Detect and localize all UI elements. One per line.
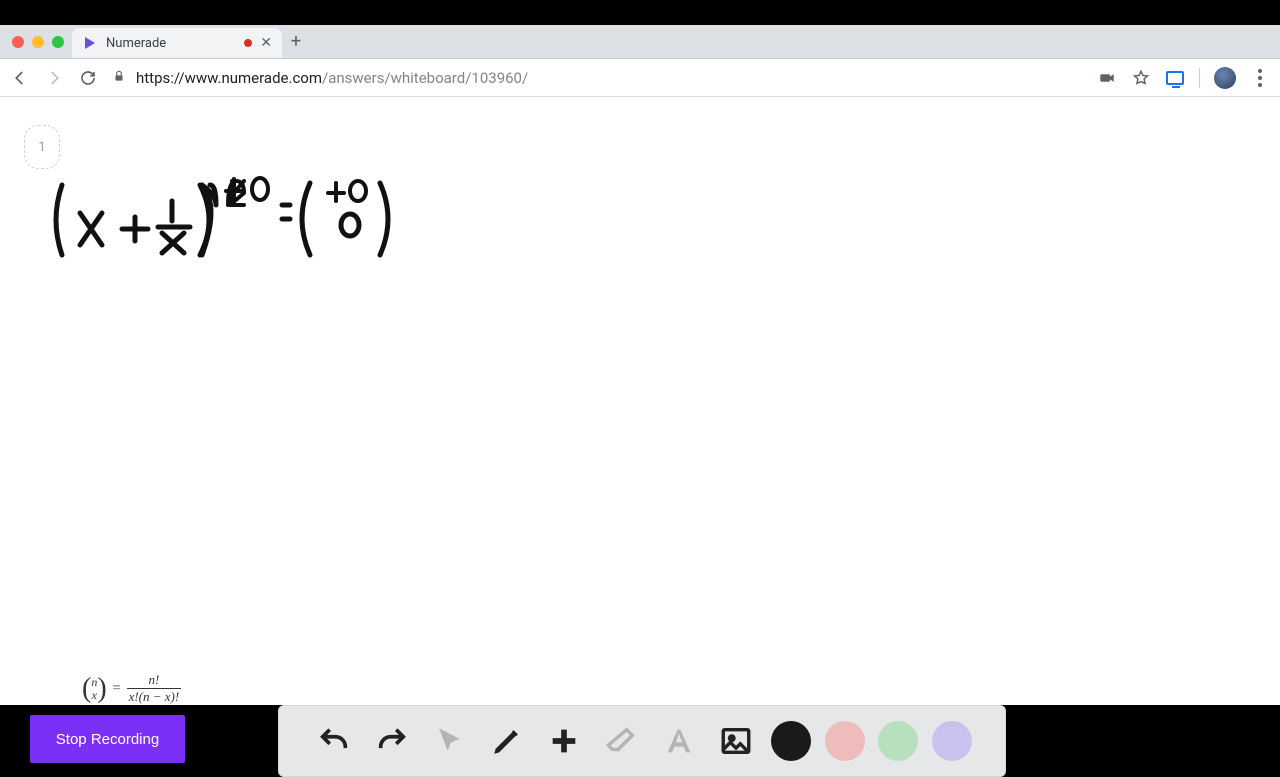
browser-window: Numerade ✕ + https://www.numerade.com/an… (0, 25, 1280, 705)
fraction-numerator: n! (148, 672, 159, 688)
tab-title: Numerade (106, 36, 166, 51)
formula-hint: ( n x ) = n! x!(n − x)! (82, 672, 181, 705)
binom-symbol: ( n x ) (82, 675, 107, 703)
address-bar: https://www.numerade.com/answers/whitebo… (0, 59, 1280, 97)
toolbar-divider (1199, 68, 1200, 88)
color-swatch-purple[interactable] (932, 721, 972, 761)
whiteboard-area[interactable]: 1 (0, 97, 1280, 705)
color-swatch-green[interactable] (878, 721, 918, 761)
url-field[interactable]: https://www.numerade.com/answers/whitebo… (112, 69, 1083, 87)
cursor-tool[interactable] (427, 719, 471, 763)
window-controls (8, 36, 72, 58)
bookmark-star-button[interactable] (1131, 68, 1151, 88)
reload-button[interactable] (78, 68, 98, 88)
url-path: /answers/whiteboard/103960/ (322, 69, 528, 87)
close-window-button[interactable] (12, 36, 24, 48)
maximize-window-button[interactable] (52, 36, 64, 48)
nav-back-button[interactable] (10, 68, 30, 88)
fraction-denominator: x!(n − x)! (127, 688, 182, 705)
stop-recording-button[interactable]: Stop Recording (30, 715, 185, 763)
minimize-window-button[interactable] (32, 36, 44, 48)
recording-indicator-icon (244, 39, 252, 47)
image-tool[interactable] (714, 719, 758, 763)
toolbar-right (1097, 67, 1270, 89)
stop-recording-label: Stop Recording (56, 731, 159, 748)
pen-tool[interactable] (485, 719, 529, 763)
page-number: 1 (38, 140, 45, 155)
lock-icon (112, 69, 126, 87)
new-tab-button[interactable]: + (282, 31, 310, 58)
browser-tab[interactable]: Numerade ✕ (72, 28, 282, 58)
cast-icon[interactable] (1165, 68, 1185, 88)
undo-button[interactable] (312, 719, 356, 763)
url-text: https://www.numerade.com/answers/whitebo… (136, 69, 528, 87)
color-swatch-black[interactable] (771, 721, 811, 761)
tab-favicon (82, 35, 98, 51)
url-host: https://www.numerade.com (136, 69, 322, 87)
browser-menu-button[interactable] (1250, 68, 1270, 88)
binom-bottom: x (92, 689, 97, 702)
tab-close-button[interactable]: ✕ (260, 35, 272, 51)
color-swatch-red[interactable] (825, 721, 865, 761)
equals-sign: = (113, 681, 121, 697)
handwritten-equation (44, 175, 434, 265)
redo-button[interactable] (370, 719, 414, 763)
add-tool[interactable] (542, 719, 586, 763)
whiteboard-toolbar (278, 705, 1006, 777)
profile-avatar[interactable] (1214, 67, 1236, 89)
text-tool[interactable] (657, 719, 701, 763)
fraction: n! x!(n − x)! (127, 672, 182, 705)
camera-icon[interactable] (1097, 68, 1117, 88)
page-thumbnail[interactable]: 1 (24, 125, 60, 169)
nav-forward-button[interactable] (44, 68, 64, 88)
tab-bar: Numerade ✕ + (0, 25, 1280, 59)
eraser-tool[interactable] (599, 719, 643, 763)
